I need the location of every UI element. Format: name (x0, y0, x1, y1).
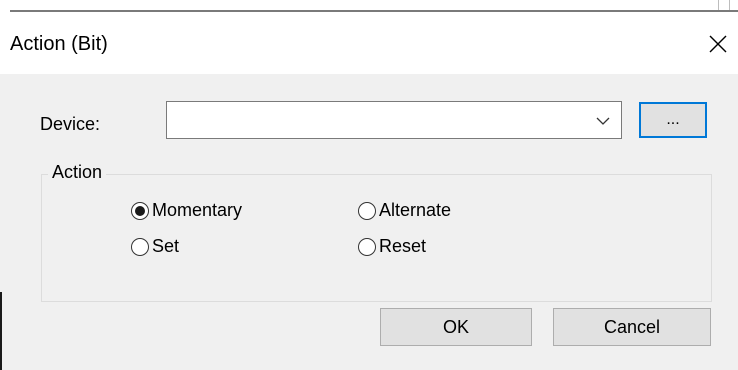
radio-alternate[interactable]: Alternate (358, 200, 451, 221)
screen: Action (Bit) Device: ... Action Momentar… (0, 0, 738, 370)
device-label: Device: (40, 114, 101, 134)
dialog-left-border (0, 292, 2, 370)
close-button[interactable] (698, 26, 738, 62)
background-divider (718, 0, 719, 10)
chevron-down-icon[interactable] (595, 113, 611, 129)
action-group-label: Action (48, 162, 107, 183)
background-window-controls (620, 0, 730, 10)
background-divider (729, 0, 730, 10)
radio-circle[interactable] (358, 201, 376, 220)
ok-button[interactable]: OK (380, 308, 532, 346)
dialog-title: Action (Bit) (10, 33, 108, 55)
device-combobox[interactable] (166, 101, 622, 139)
close-icon (709, 35, 727, 53)
radio-circle[interactable] (131, 237, 149, 256)
radio-set[interactable]: Set (131, 236, 179, 257)
radio-alternate-label: Alternate (379, 200, 452, 220)
radio-momentary[interactable]: Momentary (131, 200, 242, 221)
radio-circle[interactable] (358, 237, 376, 256)
radio-reset[interactable]: Reset (358, 236, 426, 257)
radio-momentary-label: Momentary (152, 200, 243, 220)
cancel-button[interactable]: Cancel (553, 308, 711, 346)
browse-button[interactable]: ... (639, 102, 707, 138)
action-bit-dialog: Action (Bit) Device: ... Action Momentar… (0, 12, 738, 370)
radio-reset-label: Reset (379, 236, 427, 256)
radio-circle-checked[interactable] (131, 201, 149, 220)
title-bar: Action (Bit) (0, 12, 738, 74)
radio-set-label: Set (152, 236, 180, 256)
